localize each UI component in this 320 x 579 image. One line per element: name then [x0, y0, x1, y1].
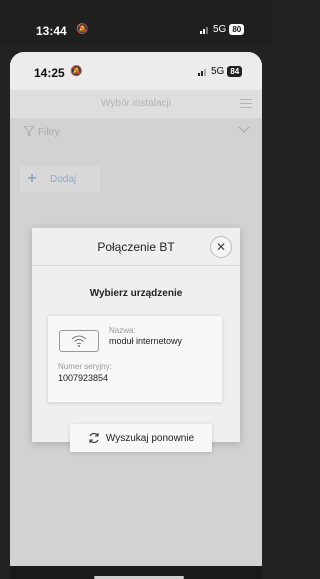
rescan-label: Wyszukaj ponownie — [105, 432, 195, 444]
status-time: 13:44 — [36, 24, 67, 38]
chevron-down-icon — [238, 126, 250, 133]
wifi-icon — [59, 330, 99, 352]
network-type: 5G — [211, 66, 225, 77]
battery-level: 80 — [229, 24, 245, 35]
outer-status-bar: 13:44 🔕 5G 80 — [0, 0, 271, 46]
network-status: 5G 84 — [198, 66, 243, 77]
filter-icon — [24, 126, 34, 136]
signal-icon — [198, 68, 206, 76]
battery-level: 84 — [227, 66, 243, 77]
close-icon: ✕ — [215, 240, 227, 254]
bt-connection-dialog: Połączenie BT ✕ Wybierz urządzenie Nazwa… — [32, 228, 240, 452]
plus-icon: + — [27, 170, 37, 187]
network-status: 5G 80 — [200, 24, 245, 35]
dialog-title: Połączenie BT — [97, 240, 175, 254]
filter-label: Filtry — [38, 127, 60, 138]
status-time: 14:25 — [34, 66, 65, 80]
dialog-header: Połączenie BT ✕ — [32, 228, 240, 266]
device-serial-value: 1007923854 — [58, 373, 109, 383]
device-serial-label: Numer seryjny: — [58, 362, 112, 371]
device-card[interactable]: Nazwa: moduł internetowy Numer seryjny: … — [48, 316, 222, 402]
device-name-value: moduł internetowy — [109, 336, 183, 346]
refresh-icon — [89, 433, 99, 443]
page-title: Wybór instalacji — [101, 98, 171, 109]
inner-status-bar: 14:25 🔕 5G 84 — [10, 52, 262, 90]
device-name-label: Nazwa: — [109, 326, 136, 335]
dialog-subtitle: Wybierz urządzenie — [89, 288, 183, 299]
signal-icon — [200, 26, 208, 34]
network-type: 5G — [213, 24, 227, 35]
app-header: Wybór instalacji — [10, 90, 262, 118]
rescan-button[interactable]: Wyszukaj ponownie — [70, 424, 212, 452]
menu-icon[interactable] — [240, 99, 252, 109]
filter-bar[interactable]: Filtry — [10, 120, 262, 144]
system-nav-bar — [10, 566, 262, 579]
close-button[interactable]: ✕ — [210, 236, 232, 258]
add-button[interactable]: + Dodaj — [20, 166, 100, 192]
bell-off-icon: 🔕 — [76, 24, 89, 35]
bell-off-icon: 🔕 — [70, 66, 83, 77]
add-label: Dodaj — [50, 173, 77, 185]
